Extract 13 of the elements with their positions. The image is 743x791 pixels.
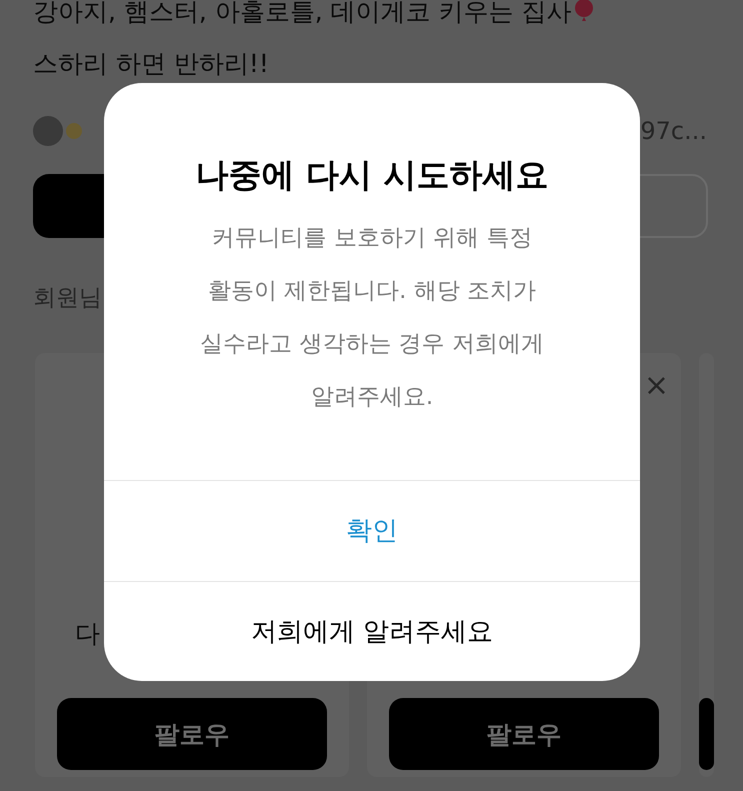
report-button[interactable]: 저희에게 알려주세요 <box>242 610 502 653</box>
bio-text: 강아지, 햄스터, 아홀로틀, 데이게코 키우는 집사 <box>33 0 572 28</box>
dialog-message: 커뮤니티를 보호하기 위해 특정 활동이 제한됩니다. 해당 조치가 실수라고 생각하는 경우 저희에게 알려주세요. <box>199 224 545 412</box>
close-icon[interactable]: × <box>644 371 669 401</box>
confirm-button[interactable]: 확인 <box>338 509 406 552</box>
follow-button[interactable]: 팔로우 <box>389 698 659 770</box>
bio-text: 스하리 하면 반하리!! <box>33 48 269 80</box>
avatar <box>66 123 82 139</box>
avatar <box>33 116 63 146</box>
account-name: 다 <box>75 618 100 650</box>
follow-button[interactable]: 팔로우 <box>57 698 327 770</box>
follow-button[interactable] <box>699 698 714 770</box>
dialog-title: 나중에 다시 시도하세요 <box>196 154 548 196</box>
